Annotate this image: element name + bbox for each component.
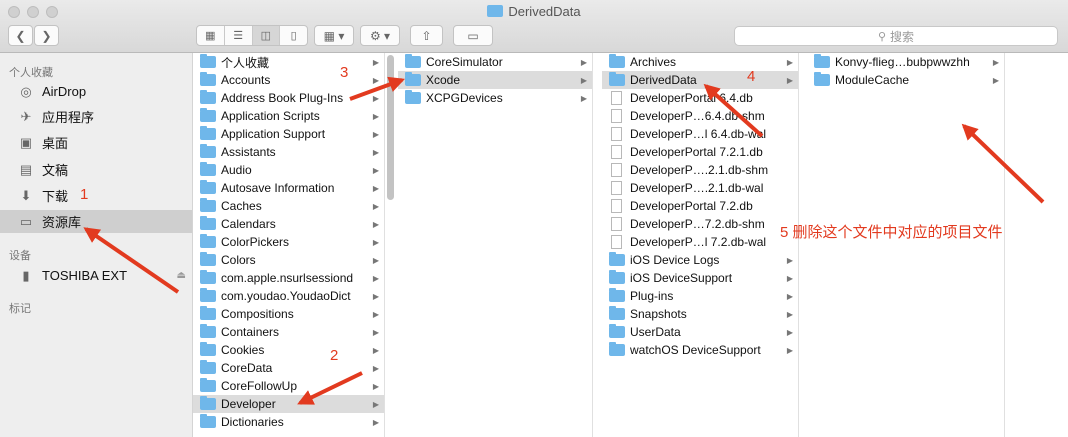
annotation-1: 1 xyxy=(80,186,89,203)
annotation-3: 3 xyxy=(340,64,349,81)
annotation-2: 2 xyxy=(330,347,339,364)
arrow-2 xyxy=(297,371,363,405)
arrow-5 xyxy=(961,123,1045,204)
annotation-5: 5 删除这个文件中对应的项目文件 xyxy=(780,224,1003,241)
arrow-4 xyxy=(703,83,764,138)
annotation-arrows xyxy=(83,76,1045,405)
arrow-1 xyxy=(83,227,180,294)
arrow-3 xyxy=(349,76,406,101)
annotation-4: 4 xyxy=(747,68,756,85)
